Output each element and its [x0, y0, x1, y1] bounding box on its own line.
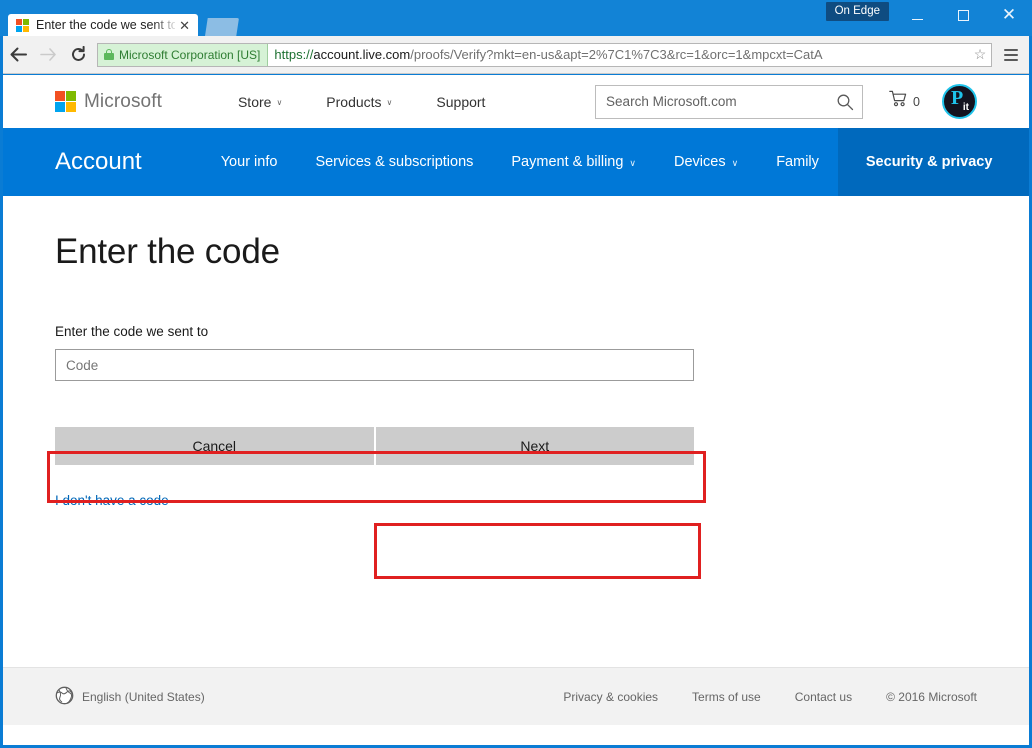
nav-item-security-privacy[interactable]: Security & privacy [838, 128, 1029, 196]
nav-item-family[interactable]: Family [757, 128, 838, 196]
language-label: English (United States) [82, 690, 205, 704]
window-controls: ✕ [894, 0, 1032, 36]
chevron-down-icon: ∨ [732, 158, 739, 169]
reload-icon[interactable] [63, 40, 93, 70]
nav-item-devices[interactable]: Devices ∨ [655, 128, 757, 196]
on-edge-tooltip: On Edge [826, 2, 889, 21]
tab-close-icon[interactable]: ✕ [177, 19, 192, 32]
microsoft-universal-header: Microsoft Store ∨ Products ∨ Support [3, 75, 1029, 128]
nav-item-payment-billing[interactable]: Payment & billing ∨ [492, 128, 655, 196]
browser-titlebar: Enter the code we sent to ✕ On Edge ✕ [0, 0, 1032, 36]
microsoft-favicon-icon [16, 19, 29, 32]
back-arrow-icon[interactable] [3, 40, 33, 70]
footer-copyright: © 2016 Microsoft [886, 690, 977, 704]
no-code-link[interactable]: I don't have a code [55, 493, 169, 508]
next-button[interactable]: Next [376, 427, 695, 465]
nav-item-services-subscriptions-label: Services & subscriptions [315, 154, 473, 170]
nav-item-store[interactable]: Store ∨ [216, 88, 304, 116]
url-scheme: https:// [274, 47, 313, 62]
maximize-button[interactable] [940, 0, 986, 30]
viewport-bottom-strip [3, 725, 1029, 745]
forward-arrow-icon[interactable] [33, 40, 63, 70]
page-viewport: Microsoft Store ∨ Products ∨ Support [3, 75, 1029, 745]
close-button[interactable]: ✕ [986, 0, 1032, 30]
avatar[interactable]: P it [942, 84, 977, 119]
account-navigation: Account Your info Services & subscriptio… [3, 128, 1029, 196]
microsoft-logo-icon [55, 91, 76, 112]
ev-certificate-label: Microsoft Corporation [US] [119, 44, 260, 66]
browser-tab[interactable]: Enter the code we sent to ✕ [8, 14, 198, 36]
nav-item-payment-billing-label: Payment & billing [511, 154, 623, 170]
code-field-label: Enter the code we sent to [55, 324, 977, 339]
chevron-down-icon: ∨ [276, 98, 282, 107]
avatar-initial: P [951, 88, 963, 108]
ev-certificate-badge[interactable]: Microsoft Corporation [US] [98, 44, 268, 66]
header-right-cluster: 0 P it [595, 84, 1029, 119]
browser-window: Enter the code we sent to ✕ On Edge ✕ [0, 0, 1032, 748]
minimize-button[interactable] [894, 0, 940, 30]
microsoft-wordmark: Microsoft [84, 91, 162, 113]
microsoft-logo[interactable]: Microsoft [55, 91, 162, 113]
button-row: Cancel Next [55, 427, 694, 465]
hamburger-menu-icon[interactable] [998, 42, 1024, 68]
maximize-icon [958, 10, 969, 21]
address-bar[interactable]: Microsoft Corporation [US] https://accou… [97, 43, 992, 67]
bookmark-star-icon[interactable]: ☆ [969, 44, 991, 66]
main-content: Enter the code Enter the code we sent to… [3, 196, 1029, 667]
footer-link-terms[interactable]: Terms of use [692, 690, 761, 704]
microsoft-nav: Store ∨ Products ∨ Support [216, 88, 507, 116]
nav-item-products-label: Products [326, 94, 381, 110]
account-brand[interactable]: Account [55, 128, 202, 196]
nav-item-store-label: Store [238, 94, 271, 110]
search-icon[interactable] [828, 86, 862, 118]
page-footer: English (United States) Privacy & cookie… [3, 667, 1029, 725]
shopping-cart[interactable]: 0 [889, 90, 920, 113]
chevron-down-icon: ∨ [629, 158, 636, 169]
footer-links: Privacy & cookies Terms of use Contact u… [563, 690, 977, 704]
language-selector[interactable]: English (United States) [55, 686, 205, 708]
tab-title: Enter the code we sent to [36, 18, 175, 32]
nav-item-your-info-label: Your info [221, 154, 278, 170]
search-box[interactable] [595, 85, 863, 119]
avatar-subtext: it [963, 103, 969, 113]
footer-link-privacy[interactable]: Privacy & cookies [563, 690, 658, 704]
new-tab-button[interactable] [205, 18, 239, 36]
nav-item-support-label: Support [436, 94, 485, 110]
cart-icon [889, 90, 910, 113]
url-path: /proofs/Verify?mkt=en-us&apt=2%7C1%7C3&r… [410, 47, 822, 62]
chevron-down-icon: ∨ [387, 98, 393, 107]
nav-item-family-label: Family [776, 154, 819, 170]
page-title: Enter the code [55, 232, 977, 272]
nav-item-your-info[interactable]: Your info [202, 128, 297, 196]
nav-item-support[interactable]: Support [414, 88, 507, 116]
nav-item-services-subscriptions[interactable]: Services & subscriptions [296, 128, 492, 196]
nav-item-security-privacy-label: Security & privacy [866, 154, 993, 170]
close-icon: ✕ [1002, 7, 1016, 24]
url-text[interactable]: https://account.live.com/proofs/Verify?m… [268, 44, 969, 66]
code-input[interactable] [55, 349, 694, 381]
cancel-button[interactable]: Cancel [55, 427, 374, 465]
cart-count: 0 [913, 95, 920, 109]
annotation-box-next-button [374, 523, 701, 579]
footer-link-contact[interactable]: Contact us [795, 690, 852, 704]
lock-icon [104, 49, 114, 60]
globe-icon [55, 686, 74, 708]
search-input[interactable] [596, 94, 828, 109]
minimize-icon [912, 19, 923, 20]
nav-item-products[interactable]: Products ∨ [304, 88, 414, 116]
browser-toolbar: Microsoft Corporation [US] https://accou… [3, 36, 1029, 74]
nav-item-devices-label: Devices [674, 154, 726, 170]
url-host: account.live.com [313, 47, 410, 62]
